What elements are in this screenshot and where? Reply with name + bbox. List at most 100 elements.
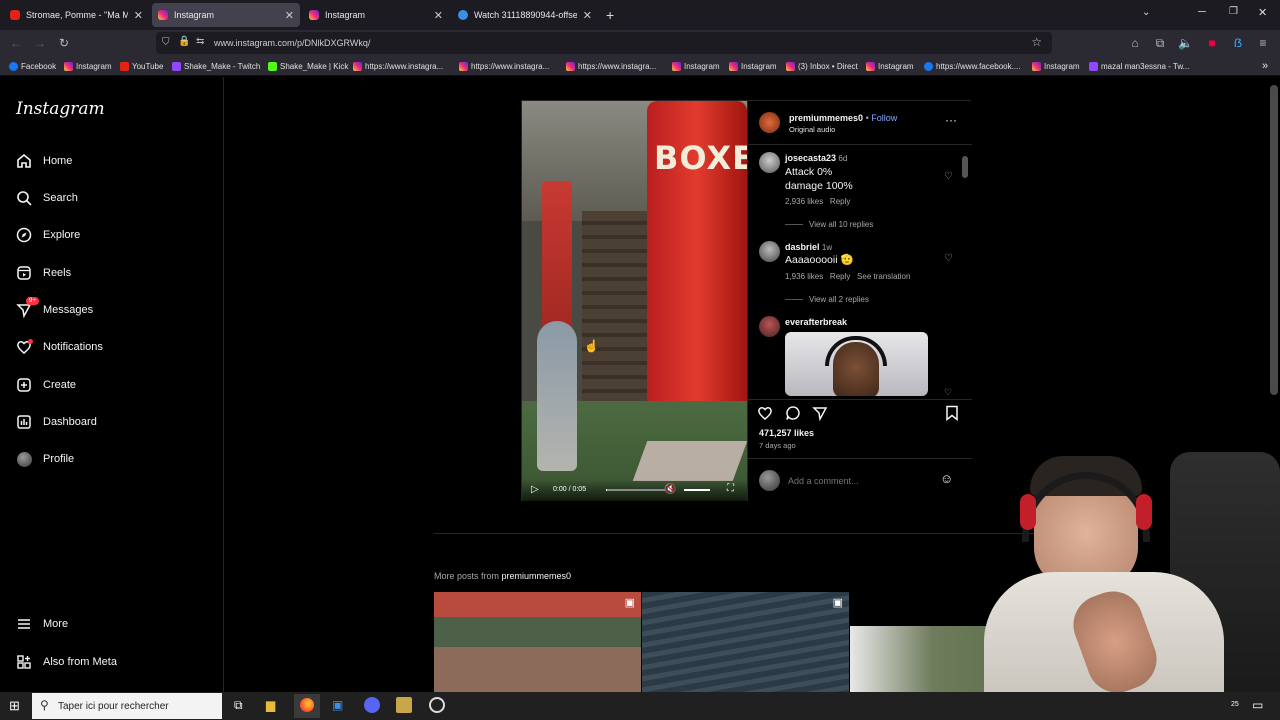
follow-button[interactable]: Follow	[871, 113, 897, 123]
home-browser-icon[interactable]: ⌂	[1128, 36, 1142, 50]
comment-image[interactable]	[785, 332, 928, 396]
bookmark-item[interactable]: Instagram	[1032, 60, 1080, 72]
avatar[interactable]	[759, 316, 780, 337]
sidebar-item-also-from-meta[interactable]: Also from Meta	[15, 650, 205, 674]
speaker-icon[interactable]: 🔈	[1178, 36, 1193, 50]
avatar[interactable]	[759, 152, 780, 173]
sidebar-item-explore[interactable]: Explore	[15, 223, 205, 247]
back-icon[interactable]: ←	[9, 36, 23, 50]
file-explorer-icon[interactable]: ▆	[266, 698, 275, 712]
browser-tab-active[interactable]: Instagram ✕	[152, 3, 300, 27]
comment-icon[interactable]	[785, 405, 801, 426]
share-icon[interactable]	[812, 405, 828, 426]
sidebar-item-search[interactable]: Search	[15, 186, 205, 210]
bookmark-item[interactable]: Shake_Make | Kick	[268, 60, 348, 72]
comments-scrollbar[interactable]	[962, 151, 968, 401]
close-tab-icon[interactable]: ✕	[434, 9, 443, 22]
comment-username[interactable]: everafterbreak	[785, 317, 847, 327]
post-username[interactable]: premiummemes0	[789, 113, 863, 123]
url-bar[interactable]: ⛉ 🔒 ⇆ www.instagram.com/p/DNlkDXGRWkq/ ☆	[156, 32, 1052, 54]
permissions-icon[interactable]: ⇆	[196, 36, 204, 47]
bookmark-item[interactable]: Instagram	[64, 60, 112, 72]
sidebar-item-more[interactable]: More	[15, 612, 205, 636]
view-replies-button[interactable]: View all 2 replies	[785, 295, 869, 304]
comment-like-heart-icon[interactable]: ♡	[944, 387, 952, 398]
taskbar-clock[interactable]: 25	[1231, 701, 1239, 708]
video-progress-track[interactable]	[606, 489, 666, 491]
forward-icon[interactable]: →	[33, 36, 47, 50]
instagram-logo[interactable]: Instagram	[16, 99, 105, 119]
bookmark-item[interactable]: mazal man3essna - Tw...	[1089, 60, 1189, 72]
like-icon[interactable]	[757, 405, 773, 426]
lock-icon[interactable]: 🔒	[178, 36, 190, 47]
reply-button[interactable]: Reply	[830, 272, 850, 281]
bookmark-item[interactable]: https://www.instagra...	[459, 60, 549, 72]
sidebar-item-notifications[interactable]: Notifications	[15, 335, 205, 359]
bookmark-item[interactable]: https://www.instagra...	[566, 60, 656, 72]
sidebar-item-profile[interactable]: Profile	[15, 447, 205, 471]
sidebar-item-reels[interactable]: Reels	[15, 261, 205, 285]
comment-username[interactable]: josecasta23	[785, 153, 836, 163]
bookmark-item[interactable]: Instagram	[729, 60, 777, 72]
bookmarks-overflow-icon[interactable]: »	[1262, 60, 1268, 72]
taskbar-search-box[interactable]: ⚲ Taper ici pour rechercher	[32, 693, 222, 719]
close-tab-icon[interactable]: ✕	[583, 9, 592, 22]
extensions-icon[interactable]: ⧉	[1153, 36, 1167, 50]
bookmark-item[interactable]: (3) Inbox • Direct	[786, 60, 858, 72]
store-icon[interactable]: ▣	[332, 698, 343, 712]
sidebar-item-messages[interactable]: 9+ Messages	[15, 297, 205, 322]
comment-likes[interactable]: 1,936 likes	[785, 272, 823, 281]
browser-tab[interactable]: Instagram ✕	[303, 3, 449, 27]
sidebar-item-home[interactable]: Home	[15, 149, 205, 173]
browser-tab[interactable]: Stromae, Pomme - "Ma Meilleure ✕	[4, 3, 149, 27]
discord-icon[interactable]	[364, 697, 380, 713]
likes-count[interactable]: 471,257 likes	[759, 428, 814, 438]
mute-icon[interactable]: 🔇	[664, 484, 676, 495]
comment-like-heart-icon[interactable]: ♡	[944, 253, 953, 264]
menu-icon[interactable]: ≡	[1256, 36, 1270, 50]
see-translation-button[interactable]: See translation	[857, 272, 910, 281]
bookmark-item[interactable]: https://www.facebook....	[924, 60, 1020, 72]
comment-likes[interactable]: 2,936 likes	[785, 197, 823, 206]
close-window-icon[interactable]: ✕	[1258, 6, 1267, 19]
avatar[interactable]	[759, 112, 780, 133]
save-bookmark-icon[interactable]	[945, 405, 959, 426]
reply-button[interactable]: Reply	[830, 197, 850, 206]
emoji-icon[interactable]: ☺	[940, 471, 953, 486]
reel-video[interactable]: BOXE ▷ 0:00 / 0:05 🔇 ⛶ ☝	[522, 101, 747, 501]
sidebar-item-create[interactable]: Create	[15, 373, 205, 397]
play-icon[interactable]: ▷	[531, 484, 539, 495]
extension-badge-icon[interactable]: ■	[1205, 36, 1219, 50]
restore-icon[interactable]: ❐	[1229, 6, 1238, 17]
page-scrollbar-thumb[interactable]	[1270, 85, 1278, 395]
windows-start-icon[interactable]: ⊞	[9, 698, 20, 714]
bookmark-item[interactable]: Instagram	[672, 60, 720, 72]
fullscreen-icon[interactable]: ⛶	[727, 483, 734, 494]
more-options-icon[interactable]: ···	[945, 113, 957, 127]
avatar[interactable]	[759, 241, 780, 262]
task-view-icon[interactable]: ⧉	[234, 698, 243, 713]
close-tab-icon[interactable]: ✕	[285, 9, 294, 22]
bookmark-item[interactable]: Instagram	[866, 60, 914, 72]
shield-icon[interactable]: ⛉	[162, 37, 170, 48]
comment-username[interactable]: dasbriel	[785, 242, 820, 252]
volume-slider[interactable]	[684, 489, 710, 491]
league-icon[interactable]	[396, 697, 412, 713]
view-replies-button[interactable]: View all 10 replies	[785, 220, 873, 229]
more-post-thumbnail[interactable]: ▣	[434, 592, 641, 692]
more-posts-username[interactable]: premiummemes0	[502, 571, 572, 581]
bookmark-item[interactable]: Shake_Make - Twitch	[172, 60, 260, 72]
obs-icon[interactable]	[429, 697, 445, 713]
reload-icon[interactable]: ↻	[57, 36, 71, 50]
bookmark-item[interactable]: https://www.instagra...	[353, 60, 443, 72]
bookmark-item[interactable]: Facebook	[9, 60, 56, 72]
minimize-icon[interactable]: ─	[1198, 6, 1206, 18]
bookmark-star-icon[interactable]: ☆	[1031, 35, 1042, 49]
comment-like-heart-icon[interactable]: ♡	[944, 171, 953, 182]
close-tab-icon[interactable]: ✕	[134, 9, 143, 22]
bookmark-item[interactable]: YouTube	[120, 60, 163, 72]
comments-scrollbar-thumb[interactable]	[962, 156, 968, 178]
add-comment-input[interactable]	[788, 473, 938, 489]
tab-list-icon[interactable]: ⌄	[1142, 7, 1150, 18]
firefox-taskbar-button[interactable]	[294, 694, 320, 718]
